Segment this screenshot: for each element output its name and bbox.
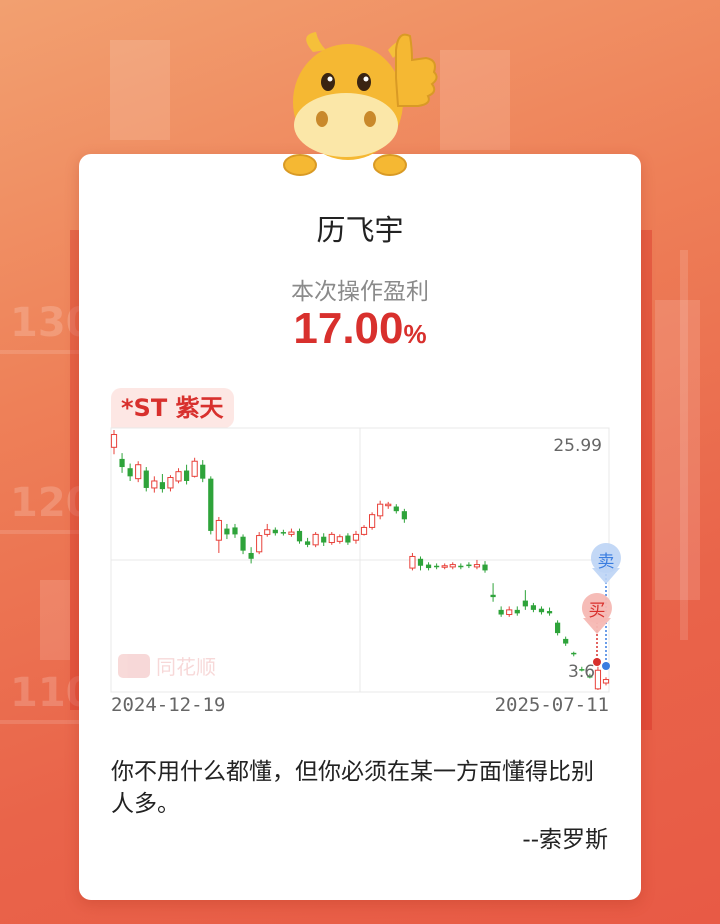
candle-body (151, 480, 158, 489)
candle-body (191, 460, 198, 477)
candle-body (224, 528, 230, 535)
candle-body (602, 679, 610, 684)
candle-body (135, 464, 142, 480)
candle-body (498, 609, 504, 615)
candle-body (594, 669, 602, 690)
candle-body (288, 531, 295, 535)
candle-body (143, 470, 149, 488)
quote-author: --索罗斯 (522, 827, 608, 853)
candle-body (312, 533, 319, 546)
candle-body (393, 506, 399, 512)
candle-body (473, 564, 481, 568)
watermark-text: 同花顺 (156, 655, 216, 679)
candle-body (482, 564, 488, 571)
watermark: 同花顺 (118, 654, 216, 679)
candle-body (530, 605, 537, 610)
buy-point (593, 658, 601, 666)
candle-body (360, 526, 368, 535)
candle-body (441, 565, 448, 568)
candle-body (434, 565, 440, 568)
candle-body (368, 514, 376, 528)
candle-body (458, 565, 464, 568)
candle-body (127, 468, 133, 477)
candle-body (563, 638, 569, 644)
candle-body (377, 503, 384, 517)
candle-body (417, 558, 424, 566)
quote-text: 你不用什么都懂，但你必须在某一方面懂得比别人多。 (111, 759, 594, 817)
candle-body (546, 611, 553, 614)
candle-body (466, 564, 472, 567)
candle-body (449, 564, 456, 568)
candle-body (571, 652, 577, 655)
candle-body (215, 519, 222, 541)
candle-body (200, 464, 206, 479)
candle-body (328, 533, 335, 544)
candle-body (272, 529, 278, 534)
candle-body (256, 535, 263, 553)
candle-body (425, 564, 432, 569)
candle-body (280, 532, 286, 534)
candle-body (522, 600, 528, 607)
candle-body (119, 458, 125, 468)
candle-body (159, 482, 165, 490)
chart-start-date: 2024-12-19 (111, 694, 226, 716)
sell-marker-label[interactable]: 卖 (598, 552, 615, 572)
candle-body (336, 536, 343, 542)
candle-body (110, 434, 118, 448)
candle-body (232, 527, 238, 535)
price-high-label: 25.99 (553, 436, 602, 456)
buy-marker-label[interactable]: 买 (589, 601, 606, 621)
sell-point (602, 662, 610, 670)
candle-body (409, 555, 416, 569)
candle-body (538, 608, 545, 613)
price-low-label: 3.6 (568, 662, 595, 682)
candle-body (248, 552, 254, 559)
candle-body (385, 503, 392, 507)
candle-body (240, 536, 246, 551)
candle-body (321, 536, 327, 543)
candle-body (183, 470, 190, 481)
candle-body (490, 594, 496, 598)
candle-body (208, 478, 214, 531)
candle-body (352, 533, 360, 541)
candle-body (514, 609, 520, 614)
candle-body (555, 622, 561, 634)
candle-body (401, 511, 407, 520)
watermark-logo-icon (118, 654, 150, 678)
candle-body (167, 476, 174, 489)
candle-body (506, 609, 513, 616)
chart-end-date: 2025-07-11 (494, 694, 609, 716)
candle-body (296, 530, 303, 542)
candle-body (304, 541, 311, 545)
candle-body (345, 535, 351, 543)
candle-body (175, 471, 182, 482)
candle-body (264, 529, 271, 535)
